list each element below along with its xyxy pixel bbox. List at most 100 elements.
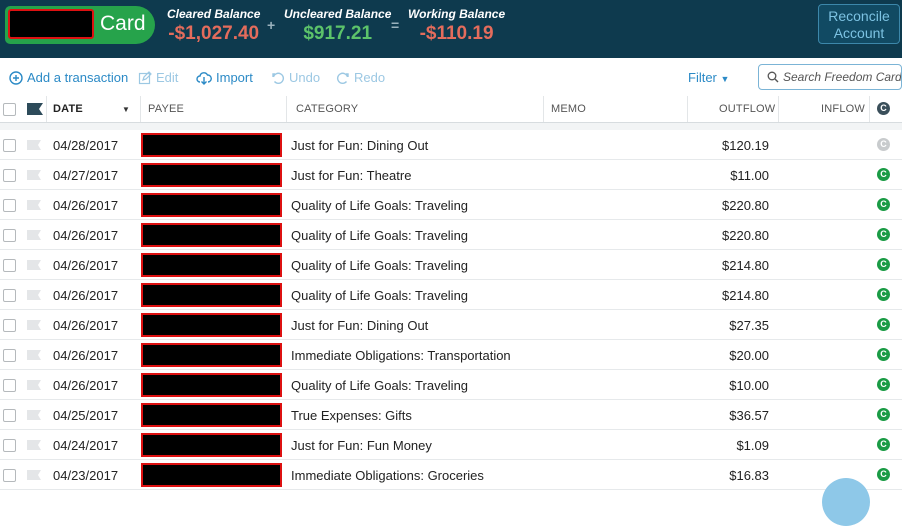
transaction-row[interactable]: 04/26/2017 Quality of Life Goals: Traveli…	[0, 280, 902, 310]
transaction-category: Quality of Life Goals: Traveling	[291, 378, 469, 393]
transaction-row[interactable]: 04/26/2017 Quality of Life Goals: Traveli…	[0, 370, 902, 400]
transaction-date: 04/28/2017	[53, 138, 119, 153]
search-box[interactable]	[758, 64, 902, 90]
row-checkbox[interactable]	[3, 469, 16, 482]
caret-down-icon: ▼	[720, 74, 730, 84]
redo-icon	[336, 72, 349, 84]
redacted-payee	[141, 313, 282, 337]
import-button[interactable]: Import	[196, 70, 253, 85]
row-checkbox[interactable]	[3, 259, 16, 272]
working-balance: Working Balance -$110.19	[408, 7, 505, 45]
cleared-icon[interactable]: C	[877, 168, 890, 181]
redo-button[interactable]: Redo	[336, 70, 385, 85]
row-checkbox[interactable]	[3, 439, 16, 452]
flag-icon[interactable]	[27, 350, 41, 360]
cleared-icon[interactable]: C	[877, 318, 890, 331]
flag-icon[interactable]	[27, 290, 41, 300]
payee-column-header[interactable]: PAYEE	[148, 103, 184, 115]
row-checkbox[interactable]	[3, 289, 16, 302]
flag-icon[interactable]	[27, 230, 41, 240]
date-column-header[interactable]: DATE	[53, 103, 83, 115]
redacted-payee	[141, 193, 282, 217]
account-name-pill[interactable]: Card	[5, 6, 155, 44]
transaction-category: Immediate Obligations: Groceries	[291, 468, 484, 483]
add-transaction-button[interactable]: Add a transaction	[9, 70, 128, 85]
inflow-column-header[interactable]: INFLOW	[821, 103, 865, 115]
transaction-row[interactable]: 04/26/2017 Quality of Life Goals: Traveli…	[0, 190, 902, 220]
transaction-row[interactable]: 04/27/2017 Just for Fun: Theatre $11.00 C	[0, 160, 902, 190]
flag-column-icon[interactable]	[27, 103, 43, 115]
memo-column-header[interactable]: MEMO	[551, 103, 586, 115]
transaction-outflow: $1.09	[736, 438, 769, 453]
sort-descending-icon[interactable]: ▼	[122, 105, 130, 114]
cleared-icon[interactable]: C	[877, 408, 890, 421]
flag-icon[interactable]	[27, 470, 41, 480]
flag-icon[interactable]	[27, 170, 41, 180]
row-checkbox[interactable]	[3, 139, 16, 152]
filter-button[interactable]: Filter ▼	[688, 70, 729, 85]
flag-icon[interactable]	[27, 380, 41, 390]
select-all-checkbox[interactable]	[3, 103, 16, 116]
transaction-row[interactable]: 04/26/2017 Immediate Obligations: Transpo…	[0, 340, 902, 370]
redacted-payee	[141, 373, 282, 397]
cleared-icon[interactable]: C	[877, 348, 890, 361]
transaction-row[interactable]: 04/26/2017 Quality of Life Goals: Traveli…	[0, 250, 902, 280]
transaction-date: 04/25/2017	[53, 408, 119, 423]
cleared-icon[interactable]: C	[877, 288, 890, 301]
undo-button[interactable]: Undo	[271, 70, 320, 85]
transaction-row[interactable]: 04/26/2017 Quality of Life Goals: Traveli…	[0, 220, 902, 250]
transaction-outflow: $214.80	[722, 258, 769, 273]
redacted-payee	[141, 163, 282, 187]
transaction-row[interactable]: 04/28/2017 Just for Fun: Dining Out $120.1…	[0, 130, 902, 160]
cleared-icon[interactable]: C	[877, 378, 890, 391]
transaction-row[interactable]: 04/24/2017 Just for Fun: Fun Money $1.09 C	[0, 430, 902, 460]
flag-icon[interactable]	[27, 410, 41, 420]
uncleared-icon[interactable]: C	[877, 138, 890, 151]
flag-icon[interactable]	[27, 260, 41, 270]
outflow-column-header[interactable]: OUTFLOW	[719, 103, 775, 115]
redacted-account-name	[8, 9, 94, 39]
search-icon	[767, 71, 779, 83]
category-column-header[interactable]: CATEGORY	[296, 103, 358, 115]
transaction-outflow: $36.57	[729, 408, 769, 423]
equals-sign: =	[391, 17, 400, 33]
row-checkbox[interactable]	[3, 379, 16, 392]
transaction-row[interactable]: 04/26/2017 Just for Fun: Dining Out $27.35…	[0, 310, 902, 340]
transaction-outflow: $16.83	[729, 468, 769, 483]
row-checkbox[interactable]	[3, 229, 16, 242]
row-checkbox[interactable]	[3, 409, 16, 422]
cleared-balance-amount: -$1,027.40	[168, 23, 260, 44]
redo-label: Redo	[354, 70, 386, 85]
search-input[interactable]	[783, 70, 901, 84]
transaction-date: 04/24/2017	[53, 438, 119, 453]
cleared-icon[interactable]: C	[877, 468, 890, 481]
transaction-outflow: $220.80	[722, 228, 769, 243]
flag-icon[interactable]	[27, 320, 41, 330]
undo-label: Undo	[289, 70, 321, 85]
filter-label: Filter	[688, 70, 717, 85]
row-checkbox[interactable]	[3, 349, 16, 362]
row-checkbox[interactable]	[3, 319, 16, 332]
transaction-row[interactable]: 04/25/2017 True Expenses: Gifts $36.57 C	[0, 400, 902, 430]
cleared-icon[interactable]: C	[877, 258, 890, 271]
redacted-payee	[141, 433, 282, 457]
cleared-icon[interactable]: C	[877, 198, 890, 211]
cleared-icon[interactable]: C	[877, 438, 890, 451]
uncleared-balance: Uncleared Balance $917.21	[284, 7, 391, 45]
transaction-outflow: $120.19	[722, 138, 769, 153]
scroll-top-button[interactable]	[822, 478, 870, 526]
undo-icon	[272, 72, 285, 84]
flag-icon[interactable]	[27, 140, 41, 150]
row-checkbox[interactable]	[3, 199, 16, 212]
transaction-date: 04/26/2017	[53, 348, 119, 363]
transaction-date: 04/26/2017	[53, 258, 119, 273]
flag-icon[interactable]	[27, 200, 41, 210]
row-checkbox[interactable]	[3, 169, 16, 182]
edit-button[interactable]: Edit	[138, 70, 178, 85]
reconcile-account-button[interactable]: Reconcile Account	[818, 4, 900, 44]
cleared-column-icon[interactable]: C	[877, 102, 890, 115]
transaction-outflow: $220.80	[722, 198, 769, 213]
redacted-payee	[141, 223, 282, 247]
cleared-icon[interactable]: C	[877, 228, 890, 241]
flag-icon[interactable]	[27, 440, 41, 450]
